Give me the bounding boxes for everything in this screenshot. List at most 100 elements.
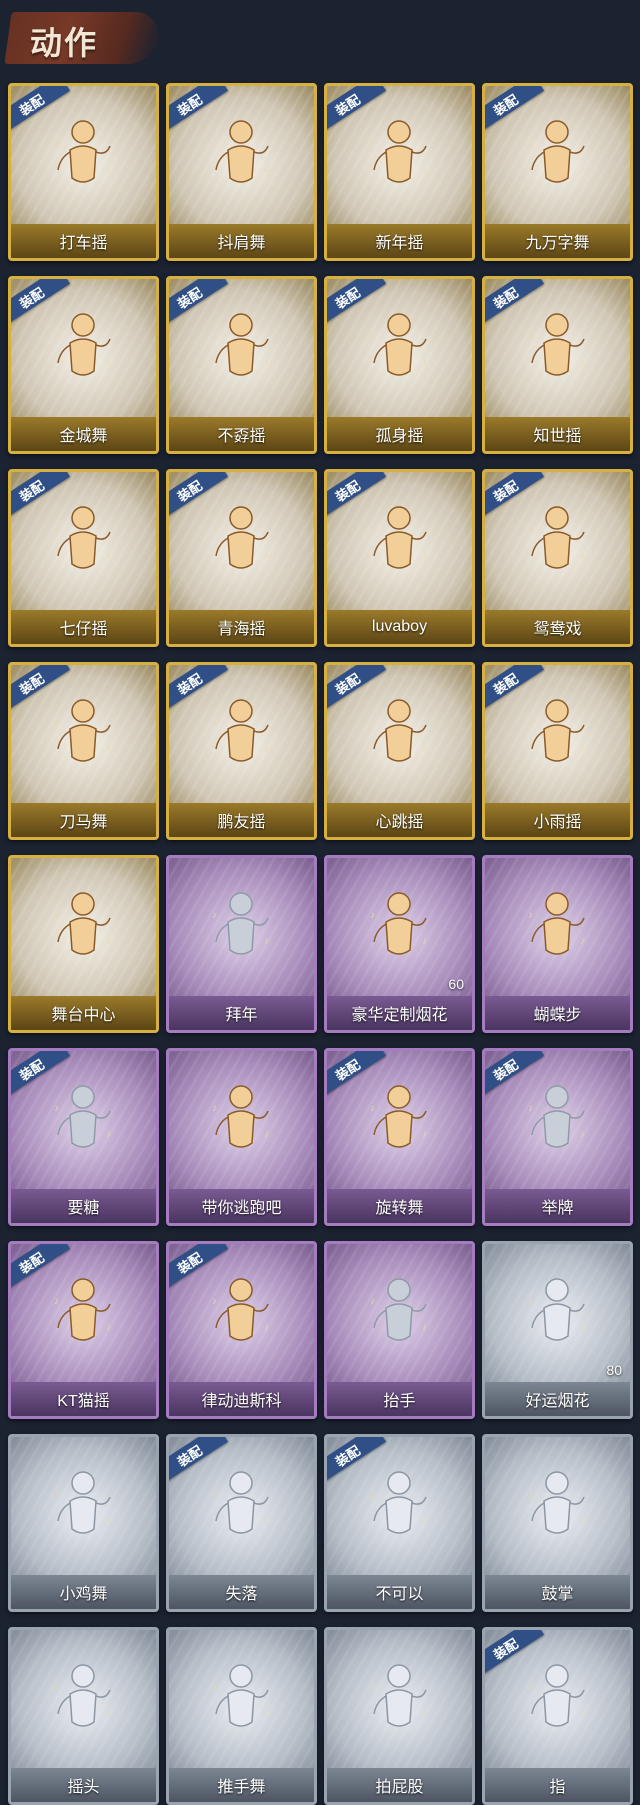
emote-card[interactable]: ♪ ♪ 装配 孤身摇 — [324, 276, 475, 454]
svg-text:♪: ♪ — [106, 1322, 111, 1333]
svg-text:♪: ♪ — [422, 743, 427, 754]
emote-label: 举牌 — [485, 1189, 630, 1223]
emote-card[interactable]: ♪ ♪ 装配 金城舞 — [8, 276, 159, 454]
emote-card[interactable]: ♪ ♪ 装配 不孬摇 — [166, 276, 317, 454]
svg-text:♪: ♪ — [528, 910, 533, 921]
svg-text:♪: ♪ — [212, 331, 217, 342]
section-header: 动作 — [0, 0, 640, 78]
emote-card[interactable]: ♪ ♪ 80 好运烟花 — [482, 1241, 633, 1419]
svg-text:♪: ♪ — [422, 357, 427, 368]
svg-text:♪: ♪ — [580, 1322, 585, 1333]
emote-card[interactable]: ♪ ♪ 装配 律动迪斯科 — [166, 1241, 317, 1419]
emote-card[interactable]: ♪ ♪ 鼓掌 — [482, 1434, 633, 1612]
svg-text:♪: ♪ — [580, 1129, 585, 1140]
emote-card[interactable]: ♪ ♪ 装配 抖肩舞 — [166, 83, 317, 261]
emote-label: 豪华定制烟花 — [327, 996, 472, 1030]
svg-text:♪: ♪ — [422, 1129, 427, 1140]
emote-card[interactable]: ♪ ♪ 装配 鸳鸯戏 — [482, 469, 633, 647]
emote-label: 刀马舞 — [11, 803, 156, 837]
emote-card[interactable]: ♪ ♪ 装配 KT猫摇 — [8, 1241, 159, 1419]
dance-figure-icon: ♪♪ — [212, 1471, 269, 1534]
emote-card[interactable]: ♪ ♪ 推手舞 — [166, 1627, 317, 1805]
emote-label: luvaboy — [327, 610, 472, 644]
emote-card[interactable]: ♪ ♪ 拜年 — [166, 855, 317, 1033]
emote-label: 失落 — [169, 1575, 314, 1609]
svg-text:♪: ♪ — [370, 1489, 375, 1500]
svg-text:♪: ♪ — [106, 1129, 111, 1140]
svg-text:♪: ♪ — [54, 1103, 59, 1114]
dance-figure-icon: ♪♪ — [370, 506, 427, 569]
emote-card[interactable]: ♪ ♪ 装配 青海摇 — [166, 469, 317, 647]
emote-card[interactable]: ♪ ♪ 抬手 — [324, 1241, 475, 1419]
svg-text:♪: ♪ — [580, 1515, 585, 1526]
emote-label: 鸳鸯戏 — [485, 610, 630, 644]
emote-card[interactable]: ♪ ♪ 小鸡舞 — [8, 1434, 159, 1612]
svg-text:♪: ♪ — [422, 1515, 427, 1526]
emote-card[interactable]: ♪ ♪ 装配 刀马舞 — [8, 662, 159, 840]
svg-text:♪: ♪ — [370, 910, 375, 921]
emote-card[interactable]: ♪ ♪ 装配 不可以 — [324, 1434, 475, 1612]
emote-card[interactable]: ♪ ♪ 装配 失落 — [166, 1434, 317, 1612]
dance-figure-icon: ♪♪ — [528, 1085, 585, 1148]
emote-card[interactable]: ♪ ♪ 装配 鹏友摇 — [166, 662, 317, 840]
emote-label: 抬手 — [327, 1382, 472, 1416]
dance-figure-icon: ♪♪ — [212, 313, 269, 376]
emote-card[interactable]: ♪ ♪ 装配 举牌 — [482, 1048, 633, 1226]
dance-figure-icon: ♪♪ — [528, 1471, 585, 1534]
svg-text:♪: ♪ — [528, 331, 533, 342]
emote-card[interactable]: ♪ ♪ 装配 要糖 — [8, 1048, 159, 1226]
emote-card[interactable]: ♪ ♪ 装配 打车摇 — [8, 83, 159, 261]
emote-label: 拜年 — [169, 996, 314, 1030]
emote-card[interactable]: ♪ ♪ 带你逃跑吧 — [166, 1048, 317, 1226]
dance-figure-icon: ♪♪ — [370, 120, 427, 183]
emote-card[interactable]: ♪ ♪ 装配 心跳摇 — [324, 662, 475, 840]
svg-text:♪: ♪ — [422, 1708, 427, 1719]
svg-text:♪: ♪ — [370, 524, 375, 535]
dance-figure-icon: ♪♪ — [528, 120, 585, 183]
emote-card[interactable]: ♪ ♪ 拍屁股 — [324, 1627, 475, 1805]
emote-label: 旋转舞 — [327, 1189, 472, 1223]
emote-card[interactable]: ♪ ♪ 摇头 — [8, 1627, 159, 1805]
emote-card[interactable]: ♪ ♪ 装配 新年摇 — [324, 83, 475, 261]
emote-label: 拍屁股 — [327, 1768, 472, 1802]
emote-label: 律动迪斯科 — [169, 1382, 314, 1416]
emote-card[interactable]: ♪ ♪ 装配 小雨摇 — [482, 662, 633, 840]
svg-text:♪: ♪ — [54, 524, 59, 535]
svg-text:♪: ♪ — [422, 936, 427, 947]
item-count: 60 — [448, 976, 464, 992]
svg-text:♪: ♪ — [106, 164, 111, 175]
emote-card[interactable]: ♪ ♪ 蝴蝶步 — [482, 855, 633, 1033]
dance-figure-icon: ♪♪ — [54, 699, 111, 762]
emote-label: 小雨摇 — [485, 803, 630, 837]
svg-text:♪: ♪ — [422, 550, 427, 561]
dance-figure-icon: ♪♪ — [528, 506, 585, 569]
svg-text:♪: ♪ — [580, 550, 585, 561]
svg-text:♪: ♪ — [370, 1682, 375, 1693]
emote-label: 不孬摇 — [169, 417, 314, 451]
svg-text:♪: ♪ — [106, 357, 111, 368]
emote-card[interactable]: ♪ ♪ 舞台中心 — [8, 855, 159, 1033]
emote-label: 好运烟花 — [485, 1382, 630, 1416]
dance-figure-icon: ♪♪ — [54, 1278, 111, 1341]
emote-card[interactable]: ♪ ♪ 60 豪华定制烟花 — [324, 855, 475, 1033]
svg-text:♪: ♪ — [54, 717, 59, 728]
emote-card[interactable]: ♪ ♪ 装配 知世摇 — [482, 276, 633, 454]
dance-figure-icon: ♪♪ — [54, 313, 111, 376]
svg-text:♪: ♪ — [264, 550, 269, 561]
dance-figure-icon: ♪♪ — [212, 1664, 269, 1727]
emote-card[interactable]: ♪ ♪ 装配指 — [482, 1627, 633, 1805]
svg-text:♪: ♪ — [106, 1515, 111, 1526]
dance-figure-icon: ♪♪ — [528, 1664, 585, 1727]
dance-figure-icon: ♪♪ — [370, 1471, 427, 1534]
emote-card[interactable]: ♪ ♪ 装配 七仔摇 — [8, 469, 159, 647]
svg-text:♪: ♪ — [528, 524, 533, 535]
svg-text:♪: ♪ — [54, 331, 59, 342]
emote-card[interactable]: ♪ ♪ 装配 luvaboy — [324, 469, 475, 647]
dance-figure-icon: ♪♪ — [370, 1664, 427, 1727]
svg-text:♪: ♪ — [264, 357, 269, 368]
emote-card[interactable]: ♪ ♪ 装配 九万字舞 — [482, 83, 633, 261]
svg-text:♪: ♪ — [580, 164, 585, 175]
emote-label: 青海摇 — [169, 610, 314, 644]
emote-card[interactable]: ♪ ♪ 装配 旋转舞 — [324, 1048, 475, 1226]
emote-label: 小鸡舞 — [11, 1575, 156, 1609]
